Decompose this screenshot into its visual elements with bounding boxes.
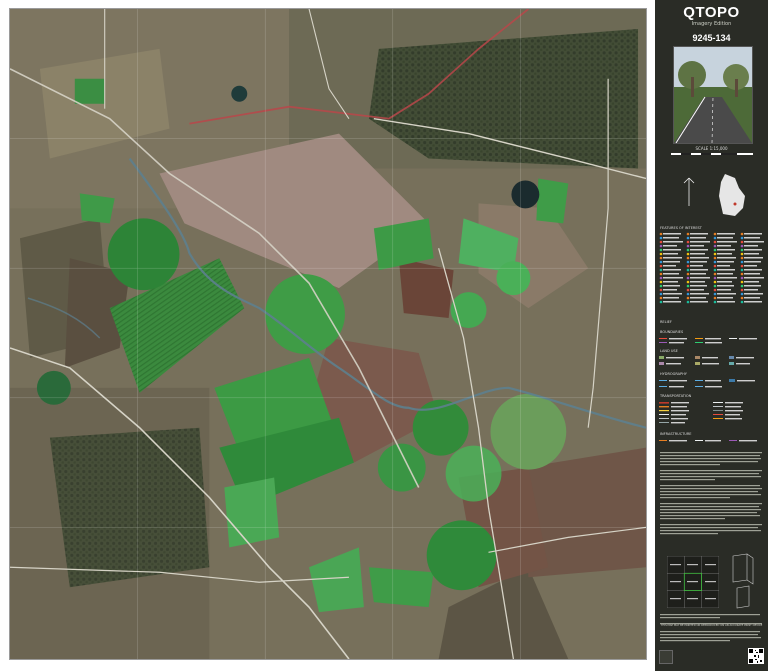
satellite-imagery [10, 9, 646, 659]
qr-code[interactable] [748, 648, 764, 664]
imagery-map[interactable] [9, 8, 647, 660]
legend-infrastructure-title: INFRASTRUCTURE [660, 432, 692, 436]
scale-bar [671, 153, 753, 155]
brand-title: QTOPO [683, 4, 740, 21]
sheet-index-grid [667, 556, 719, 608]
landuse-legend [659, 356, 754, 365]
legend-relief-title: RELIEF [660, 320, 672, 324]
legend-boundaries-title: BOUNDARIES [660, 330, 684, 334]
legend-landuse-title: LAND USE [660, 349, 678, 353]
legend-panel: QTOPO Imagery Edition 9245-134 SCALE 1:1… [655, 0, 768, 671]
boundaries-legend [659, 338, 757, 344]
hydrography-legend [659, 379, 755, 388]
legend-hydrography-title: HYDROGRAPHY [660, 372, 687, 376]
edition-label: Imagery Edition [691, 21, 732, 27]
legend-transportation-title: TRANSPORTATION [660, 394, 692, 398]
locality-diagram [683, 174, 745, 216]
infrastructure-legend [659, 440, 757, 442]
cover-photo [673, 46, 753, 144]
sheet-number: 9245-134 [692, 33, 731, 43]
print-notice: THIS MAP MAY BE PRINTED OR REPRODUCED ON… [660, 624, 763, 627]
scale-label: SCALE 1:15,000 [695, 146, 728, 151]
transportation-legend [659, 402, 743, 424]
features-legend [659, 232, 764, 304]
government-logo [659, 650, 673, 664]
legend-features-title: FEATURES OF INTEREST [660, 226, 702, 230]
fine-print-notes [660, 452, 762, 535]
fold-diagram [732, 553, 754, 609]
footer-fine-print [660, 614, 762, 642]
